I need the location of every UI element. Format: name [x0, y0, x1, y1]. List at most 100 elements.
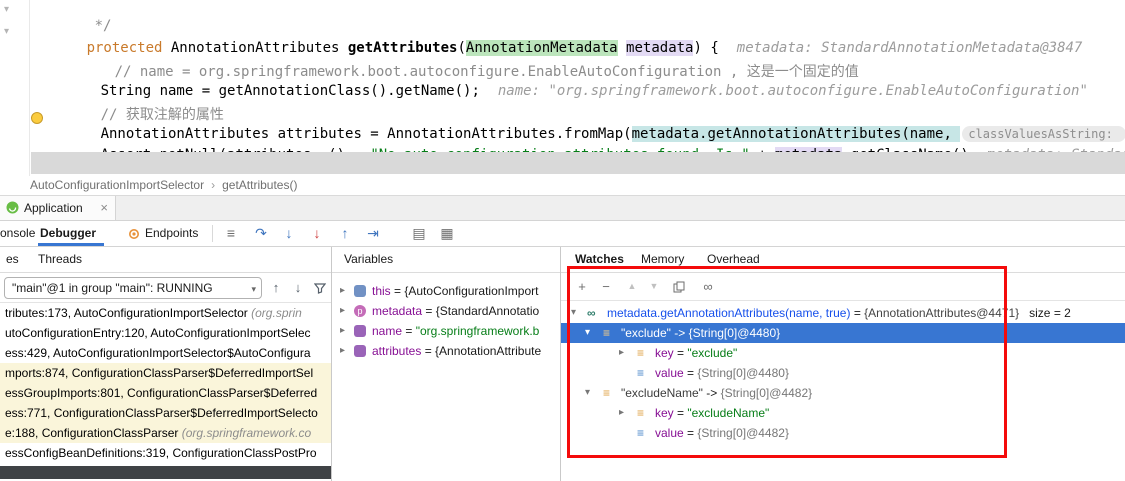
frame-row[interactable]: e:188, ConfigurationClassParser (org.spr… [0, 423, 331, 443]
debug-toolbar: onsole Debugger Endpoints ≡ ↷ ↓ ↓ ↑ ⇥ ▤ … [0, 221, 1125, 247]
horizontal-scrollbar[interactable] [0, 466, 331, 479]
value-icon: ≡ [637, 363, 644, 383]
variable-icon [354, 345, 366, 357]
step-over-button[interactable]: ↷ [252, 221, 270, 246]
frame-text: e:188, ConfigurationClassParser [5, 426, 182, 440]
collection-size: size = 2 [1029, 306, 1071, 320]
tab-application[interactable]: Application × [0, 196, 116, 220]
frame-text: essGroupImports:801, ConfigurationClassP… [5, 386, 317, 400]
fold-marker-icon[interactable]: ▾ [4, 4, 9, 15]
map-value-row[interactable]: ≡ value = {String[0]@4480} [561, 363, 1125, 383]
frame-row[interactable]: utoConfigurationEntry:120, AutoConfigura… [0, 323, 331, 343]
tab-console[interactable]: onsole [0, 221, 35, 246]
object-icon [354, 285, 366, 297]
expander-icon[interactable]: ▾ [585, 383, 590, 403]
tab-memory[interactable]: Memory [641, 247, 684, 272]
frame-row[interactable]: ess:429, AutoConfigurationImportSelector… [0, 343, 331, 363]
watch-row[interactable]: ▾ ∞ metadata.getAnnotationAttributes(nam… [561, 303, 1125, 323]
toolbar-separator [212, 225, 213, 242]
map-key-row[interactable]: ▸ ≡ key = "excludeName" [561, 403, 1125, 423]
variable-row[interactable]: ▸ name = "org.springframework.b [332, 321, 560, 341]
code-line-4: String name = getAnnotationClass().getNa… [50, 67, 1088, 88]
breadcrumb-method[interactable]: getAttributes() [222, 178, 297, 192]
thread-selector[interactable]: "main"@1 in group "main": RUNNING ▾ [4, 277, 262, 299]
fold-marker-icon[interactable]: ▾ [4, 26, 9, 37]
breadcrumb-class[interactable]: AutoConfigurationImportSelector [30, 178, 204, 192]
intention-bulb-icon[interactable] [31, 112, 43, 124]
field-value: {String[0]@4480} [697, 366, 789, 380]
key-icon: ≡ [637, 343, 644, 363]
chevron-right-icon: › [211, 178, 215, 192]
editor-gutter: ▾ ▾ [0, 0, 30, 176]
expander-icon[interactable]: ▸ [340, 301, 345, 321]
layout-grid-icon[interactable]: ▤ [410, 221, 428, 246]
variables-panel: Variables ▸ this = {AutoConfigurationImp… [332, 247, 561, 481]
map-entry-icon: ≡ [603, 323, 610, 343]
expander-icon[interactable]: ▸ [340, 281, 345, 301]
tab-endpoints[interactable]: Endpoints [145, 221, 198, 246]
expander-icon[interactable]: ▸ [340, 341, 345, 361]
variable-row[interactable]: ▸ p metadata = {StandardAnnotatio [332, 301, 560, 321]
remove-watch-button[interactable]: − [597, 273, 615, 300]
previous-frame-button[interactable]: ↑ [268, 277, 284, 299]
step-into-button[interactable]: ↓ [280, 221, 298, 246]
field-name: value [655, 366, 684, 380]
filter-icon[interactable] [314, 282, 326, 294]
tab-threads[interactable]: Threads [38, 247, 82, 272]
frame-row[interactable]: ess:771, ConfigurationClassParser$Deferr… [0, 403, 331, 423]
next-frame-button[interactable]: ↓ [290, 277, 306, 299]
frames-toolbar: "main"@1 in group "main": RUNNING ▾ ↑ ↓ [0, 273, 331, 303]
move-up-button[interactable]: ▲ [623, 273, 641, 300]
arrow-text: -> [703, 386, 721, 400]
step-out-button[interactable]: ↑ [336, 221, 354, 246]
arrow-text: -> [671, 326, 689, 340]
code-editor[interactable]: ▾ ▾ */ protected AnnotationAttributes ge… [0, 0, 1125, 176]
close-icon[interactable]: × [100, 196, 108, 220]
variable-row[interactable]: ▸ this = {AutoConfigurationImport [332, 281, 560, 301]
frame-package: (org.sprin [251, 306, 302, 320]
map-key-row[interactable]: ▸ ≡ key = "exclude" [561, 343, 1125, 363]
variable-row[interactable]: ▸ attributes = {AnnotationAttribute [332, 341, 560, 361]
field-value: "exclude" [687, 346, 737, 360]
variables-panel-header: Variables [332, 247, 560, 273]
show-watches-icon[interactable]: ∞ [699, 273, 717, 300]
frame-row[interactable]: essConfigBeanDefinitions:319, Configurat… [0, 443, 331, 463]
variable-value: {AutoConfigurationImport [404, 284, 538, 298]
expander-icon[interactable]: ▸ [619, 343, 624, 363]
field-name: value [655, 426, 684, 440]
move-down-button[interactable]: ▼ [645, 273, 663, 300]
frame-row[interactable]: mports:874, ConfigurationClassParser$Def… [0, 363, 331, 383]
tab-watches[interactable]: Watches [575, 247, 624, 272]
equals-text: = [674, 346, 688, 360]
expander-icon[interactable]: ▸ [340, 321, 345, 341]
expander-icon[interactable]: ▾ [585, 323, 590, 343]
equals-text: = [391, 284, 405, 298]
expander-icon[interactable]: ▾ [571, 303, 576, 323]
settings-grid-icon[interactable]: ▦ [438, 221, 456, 246]
spring-boot-icon [6, 201, 19, 214]
equals-text: = [421, 344, 435, 358]
frames-panel-header: es Threads [0, 247, 331, 273]
layout-menu-icon[interactable]: ≡ [222, 221, 240, 246]
breadcrumb: AutoConfigurationImportSelector › getAttri… [0, 176, 1125, 196]
run-to-cursor-button[interactable]: ⇥ [364, 221, 382, 246]
add-watch-button[interactable]: + [573, 273, 591, 300]
code-line-5: // 获取注解的属性 [50, 88, 224, 109]
map-value-row[interactable]: ≡ value = {String[0]@4482} [561, 423, 1125, 443]
frame-row[interactable]: tributes:173, AutoConfigurationImportSel… [0, 303, 331, 323]
chevron-down-icon: ▾ [251, 279, 256, 299]
map-entry-row-selected[interactable]: ▾ ≡ "exclude" -> {String[0]@4480} [561, 323, 1125, 343]
copy-icon[interactable] [673, 281, 685, 293]
tab-frames[interactable]: es [6, 247, 19, 272]
variable-icon [354, 325, 366, 337]
force-step-into-button[interactable]: ↓ [308, 221, 326, 246]
field-value: "excludeName" [687, 406, 769, 420]
frame-row[interactable]: essGroupImports:801, ConfigurationClassP… [0, 383, 331, 403]
expander-icon[interactable]: ▸ [619, 403, 624, 423]
key-icon: ≡ [637, 403, 644, 423]
field-name: key [655, 406, 674, 420]
map-entry-row[interactable]: ▾ ≡ "excludeName" -> {String[0]@4482} [561, 383, 1125, 403]
tab-overhead[interactable]: Overhead [707, 247, 760, 272]
frame-text: tributes:173, AutoConfigurationImportSel… [5, 306, 251, 320]
code-line-8-execution-line: + " annotated with " + ClassUtils.getSho… [31, 152, 1125, 174]
